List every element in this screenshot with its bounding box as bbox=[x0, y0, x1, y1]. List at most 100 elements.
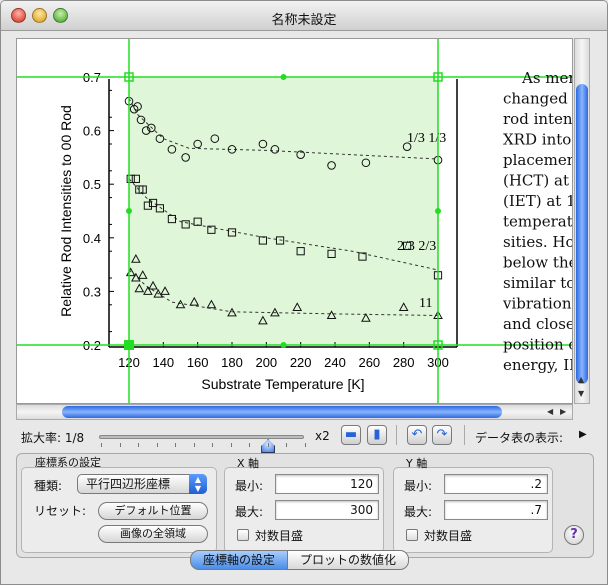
coordinate-settings-panel: 座標系の設定 種類: 平行四辺形座標 ▲ ▼ リセット: デフォルト位置 画像の全… bbox=[16, 453, 594, 558]
y-tick-label: 0.5 bbox=[83, 177, 101, 192]
document-text-line: As men bbox=[521, 69, 573, 87]
x-max-label: 最大: bbox=[235, 505, 264, 519]
default-position-button[interactable]: デフォルト位置 bbox=[98, 502, 208, 520]
x-tick-label: 280 bbox=[393, 355, 415, 370]
calibration-region[interactable] bbox=[129, 77, 438, 345]
x-tick-label: 240 bbox=[324, 355, 346, 370]
scroll-left-icon[interactable]: ◀ bbox=[547, 407, 553, 416]
y-axis-label: Relative Rod Intensities to 00 Rod bbox=[58, 105, 74, 317]
help-button[interactable]: ? bbox=[564, 525, 584, 545]
scroll-down-icon[interactable]: ▼ bbox=[578, 389, 584, 398]
horizontal-scrollbar[interactable]: ◀ ▶ bbox=[16, 404, 573, 420]
x-min-input[interactable]: 120 bbox=[275, 474, 379, 494]
series-label: 2/3 2/3 bbox=[397, 239, 436, 254]
x-axis-title: X 軸 bbox=[237, 457, 260, 470]
document-text-line: vibrationa bbox=[502, 295, 573, 313]
fit-width-button[interactable]: ▬ bbox=[341, 425, 361, 445]
zoom-slider-tick bbox=[304, 443, 306, 447]
coordinate-type-value: 平行四辺形座標 bbox=[86, 477, 171, 491]
disclosure-triangle-icon[interactable]: ▶ bbox=[579, 429, 587, 440]
reset-label: リセット: bbox=[34, 504, 87, 518]
y-axis-group: Y 軸 最小: .2 最大: .7 対数目盛 bbox=[393, 457, 553, 553]
fit-width-icon: ▬ bbox=[344, 427, 358, 442]
coordinate-type-select[interactable]: 平行四辺形座標 ▲ ▼ bbox=[77, 474, 207, 494]
image-canvas[interactable]: 0.2 0.3 0.4 0.5 0.6 0.7 120 140 160 180 200 220 240 2… bbox=[16, 38, 573, 404]
window-title: 名称未設定 bbox=[271, 13, 337, 28]
document-text-line: temperatu bbox=[503, 213, 573, 231]
zoom-slider-tick bbox=[286, 443, 287, 447]
rotate-left-icon: ↶ bbox=[411, 427, 423, 442]
fit-height-icon: ▮ bbox=[373, 427, 381, 442]
document-text-line: and close bbox=[503, 315, 573, 333]
y-max-input[interactable]: .7 bbox=[444, 500, 548, 520]
zoom-slider-tick bbox=[267, 443, 269, 447]
x-max-input[interactable]: 300 bbox=[275, 500, 379, 520]
x-tick-label: 160 bbox=[187, 355, 209, 370]
zoom-slider-tick bbox=[156, 443, 158, 447]
edge-handle[interactable] bbox=[280, 74, 287, 80]
document-text-line: (IET) at 1 bbox=[503, 192, 573, 210]
document-text-line: position o bbox=[503, 336, 573, 354]
vertical-scroll-thumb[interactable] bbox=[576, 84, 588, 384]
digitized-image[interactable]: 0.20.30.40.50.60.7120 140 160 180 200 220 240 2… bbox=[17, 39, 573, 404]
toolbar-divider bbox=[464, 425, 465, 445]
select-arrows-icon: ▲ ▼ bbox=[189, 474, 207, 494]
zoom-max-label: x2 bbox=[315, 429, 330, 443]
scroll-up-icon[interactable]: ▲ bbox=[578, 375, 584, 384]
scroll-right-icon[interactable]: ▶ bbox=[560, 407, 566, 416]
rotate-right-button[interactable]: ↷ bbox=[432, 425, 452, 445]
zoom-slider-tick bbox=[212, 443, 213, 447]
x-tick-label: 180 bbox=[221, 355, 243, 370]
zoom-slider-tick bbox=[249, 443, 250, 447]
document-text-line: below the bbox=[503, 254, 573, 272]
origin-handle[interactable] bbox=[124, 340, 134, 350]
document-text-line: changed a bbox=[503, 90, 573, 108]
zoom-toolbar: 拡大率: 1/8 x2 ▬ ▮ ↶ ↷ データ表の表示: ▶ bbox=[1, 425, 607, 453]
document-text-line: (HCT) at bbox=[503, 172, 569, 190]
rotate-right-icon: ↷ bbox=[436, 427, 448, 442]
horizontal-scroll-thumb[interactable] bbox=[62, 406, 502, 418]
x-tick-label: 140 bbox=[152, 355, 174, 370]
edge-handle[interactable] bbox=[126, 208, 132, 214]
document-text-line: XRD into bbox=[503, 131, 571, 149]
coordinate-type-group: 種類: 平行四辺形座標 ▲ ▼ リセット: デフォルト位置 画像の全領域 bbox=[21, 467, 217, 553]
zoom-slider[interactable] bbox=[99, 435, 304, 453]
x-axis-label: Substrate Temperature [K] bbox=[201, 376, 364, 392]
document-text-line: sities. How bbox=[503, 233, 573, 251]
document-text-line: energy, IE bbox=[503, 356, 573, 374]
document-text-line: similar to bbox=[503, 274, 573, 292]
y-min-label: 最小: bbox=[404, 479, 433, 493]
tab-plot-digitize[interactable]: プロットの数値化 bbox=[288, 550, 410, 570]
x-log-scale-checkbox[interactable] bbox=[237, 529, 249, 541]
rotate-left-button[interactable]: ↶ bbox=[407, 425, 427, 445]
y-tick-label: 0.6 bbox=[83, 124, 101, 139]
x-tick-label: 260 bbox=[358, 355, 380, 370]
document-text-line: placement bbox=[503, 151, 573, 169]
y-tick-label: 0.3 bbox=[83, 284, 101, 299]
zoom-slider-tick bbox=[230, 443, 232, 447]
vertical-scrollbar[interactable]: ▲ ▼ bbox=[574, 38, 590, 404]
zoom-label: 拡大率: 1/8 bbox=[21, 431, 85, 445]
edge-handle[interactable] bbox=[280, 342, 287, 348]
zoom-slider-tick bbox=[175, 443, 176, 447]
y-min-input[interactable]: .2 bbox=[444, 474, 548, 494]
y-tick-label: 0.4 bbox=[83, 231, 101, 246]
document-text-line: rod intens bbox=[503, 110, 573, 128]
mode-tabs: 座標軸の設定 プロットの数値化 bbox=[190, 550, 410, 570]
type-label: 種類: bbox=[34, 479, 63, 493]
full-image-button[interactable]: 画像の全領域 bbox=[98, 525, 208, 543]
y-log-scale-checkbox[interactable] bbox=[406, 529, 418, 541]
fit-height-button[interactable]: ▮ bbox=[367, 425, 387, 445]
zoom-slider-tick bbox=[101, 443, 102, 447]
title-bar: 名称未設定 bbox=[1, 1, 607, 31]
x-tick-label: 220 bbox=[290, 355, 312, 370]
zoom-slider-tick bbox=[138, 443, 139, 447]
tab-axis-settings[interactable]: 座標軸の設定 bbox=[190, 550, 289, 570]
y-log-scale-label: 対数目盛 bbox=[424, 529, 473, 543]
x-log-scale-label: 対数目盛 bbox=[255, 529, 304, 543]
y-max-label: 最大: bbox=[404, 505, 433, 519]
series-label: 11 bbox=[419, 296, 432, 311]
edge-handle[interactable] bbox=[435, 208, 441, 214]
x-min-label: 最小: bbox=[235, 479, 264, 493]
data-table-toggle-label[interactable]: データ表の表示: bbox=[475, 429, 563, 446]
